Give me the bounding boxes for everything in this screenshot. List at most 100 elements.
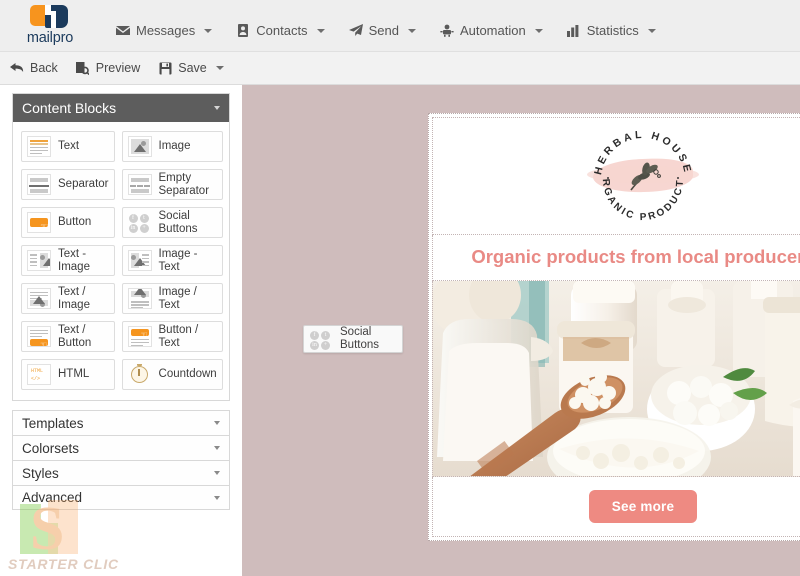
see-more-button[interactable]: See more (588, 490, 698, 523)
mailpro-logo-text: mailpro (26, 30, 74, 46)
nav-item-automation-label: Automation (459, 23, 526, 38)
block-button-label: Button (58, 216, 92, 229)
block-text-image-label: Text - Image (58, 247, 90, 273)
block-button-over-text-label: Button / Text (158, 323, 199, 349)
top-navigation-bar: mailpro Messages Contacts Send Automatio… (0, 0, 800, 52)
robot-icon (440, 24, 454, 37)
accordion-colorsets-label: Colorsets (22, 440, 80, 456)
canvas-surface: f t in + Social Buttons HERBAL HOUSE RGA… (243, 85, 800, 576)
block-social-buttons[interactable]: f t in + Social Buttons (121, 207, 223, 238)
dairy-products-photo (433, 281, 800, 476)
html-code-icon: HTML </> (27, 364, 51, 385)
preview-page-icon (76, 61, 90, 75)
left-sidebar: Content Blocks Text Image Separator Empt… (0, 85, 242, 576)
text-lines-icon (27, 136, 51, 157)
block-image[interactable]: Image (121, 131, 223, 162)
nav-item-automation[interactable]: Automation (438, 19, 545, 42)
back-button-label: Back (30, 61, 58, 75)
block-empty-separator-label: Empty Separator (158, 171, 210, 197)
content-blocks-title: Content Blocks (22, 100, 117, 116)
paper-plane-icon (348, 24, 363, 37)
chevron-down-icon (214, 446, 220, 450)
nav-item-contacts-label: Contacts (256, 23, 308, 38)
block-text[interactable]: Text (21, 131, 115, 162)
floppy-disk-icon (158, 61, 172, 75)
block-countdown-label: Countdown (158, 368, 217, 381)
email-image-block[interactable] (432, 281, 800, 477)
chevron-down-icon (407, 28, 416, 33)
block-countdown[interactable]: Countdown (121, 359, 223, 390)
block-text-over-image[interactable]: Text / Image (21, 283, 115, 314)
nav-item-statistics-label: Statistics (586, 23, 639, 38)
block-button-over-text[interactable]: ☜ Button / Text (121, 321, 223, 352)
nav-item-statistics[interactable]: Statistics (565, 19, 658, 42)
block-image-over-text-label: Image / Text (158, 285, 197, 311)
content-blocks-header[interactable]: Content Blocks (13, 94, 229, 122)
herbal-house-logo: HERBAL HOUSE ORGANIC PRODUCTS (587, 126, 699, 226)
email-cta-block[interactable]: See more (432, 477, 800, 537)
content-blocks-panel: Content Blocks Text Image Separator Empt… (12, 93, 230, 401)
block-separator[interactable]: Separator (21, 169, 115, 200)
chevron-down-icon (534, 28, 543, 33)
block-text-label: Text (58, 140, 80, 153)
bar-chart-icon (566, 24, 581, 37)
block-image-text-label: Image - Text (158, 247, 198, 273)
block-social-buttons-label: Social Buttons (158, 209, 198, 235)
picture-icon (127, 136, 152, 157)
mailpro-editor-window: mailpro Messages Contacts Send Automatio… (0, 0, 800, 576)
chevron-down-icon (214, 495, 220, 500)
separator-icon (27, 174, 51, 195)
contact-card-icon (236, 24, 250, 37)
image-over-text-icon (127, 288, 152, 309)
preview-button[interactable]: Preview (76, 61, 140, 75)
nav-item-messages[interactable]: Messages (114, 19, 214, 42)
accordion-templates[interactable]: Templates (12, 410, 230, 435)
block-image-over-text[interactable]: Image / Text (121, 283, 223, 314)
back-button[interactable]: Back (10, 61, 58, 75)
drag-ghost-social-buttons[interactable]: f t in + Social Buttons (303, 325, 403, 353)
block-image-label: Image (158, 140, 191, 153)
image-text-icon (127, 250, 152, 271)
social-buttons-icon: f t in + (309, 329, 333, 350)
editor-toolbar: Back Preview Save (0, 52, 800, 85)
empty-separator-icon (127, 174, 152, 195)
email-headline-block[interactable]: Organic products from local producers (432, 235, 800, 281)
accordion-templates-label: Templates (22, 415, 84, 431)
nav-item-send-label: Send (368, 23, 399, 38)
chevron-down-icon (647, 28, 656, 33)
nav-item-send[interactable]: Send (347, 19, 418, 42)
save-button-label: Save (178, 61, 207, 75)
text-over-button-icon: ☜ (27, 326, 51, 347)
block-empty-separator[interactable]: Empty Separator (121, 169, 223, 200)
accordion-colorsets[interactable]: Colorsets (12, 435, 230, 460)
email-canvas[interactable]: f t in + Social Buttons HERBAL HOUSE RGA… (242, 85, 800, 576)
chevron-down-icon (204, 28, 213, 33)
nav-item-contacts[interactable]: Contacts (234, 19, 326, 42)
block-text-over-button[interactable]: ☜ Text / Button (21, 321, 115, 352)
email-header-block[interactable]: HERBAL HOUSE ORGANIC PRODUCTS (432, 117, 800, 235)
block-text-over-button-label: Text / Button (58, 323, 92, 349)
nav-item-messages-label: Messages (136, 23, 196, 38)
main-menu: Messages Contacts Send Automation Statis… (114, 19, 658, 42)
chevron-down-icon (214, 471, 220, 475)
social-buttons-icon: f t in + (128, 212, 152, 233)
block-image-text[interactable]: Image - Text (121, 245, 223, 276)
preview-button-label: Preview (95, 61, 141, 75)
leaf-branch-icon: HERBAL HOUSE ORGANIC PRODUCTS (587, 126, 691, 223)
chevron-down-icon[interactable] (215, 66, 224, 70)
email-headline: Organic products from local producers (471, 246, 800, 267)
button-icon: ☜ (27, 212, 51, 233)
save-button[interactable]: Save (158, 61, 224, 75)
block-html[interactable]: HTML </> HTML (21, 359, 115, 390)
block-separator-label: Separator (58, 178, 109, 191)
text-over-image-icon (27, 288, 51, 309)
block-text-over-image-label: Text / Image (58, 285, 90, 311)
email-document[interactable]: HERBAL HOUSE ORGANIC PRODUCTS (428, 113, 800, 541)
mailpro-logo[interactable]: mailpro (0, 5, 96, 46)
accordion-styles[interactable]: Styles (12, 460, 230, 485)
accordion-styles-label: Styles (22, 465, 59, 481)
block-button[interactable]: ☜ Button (21, 207, 115, 238)
accordion-advanced[interactable]: Advanced (12, 485, 230, 510)
block-text-image[interactable]: Text - Image (21, 245, 115, 276)
drag-ghost-label: Social Buttons (340, 326, 379, 351)
